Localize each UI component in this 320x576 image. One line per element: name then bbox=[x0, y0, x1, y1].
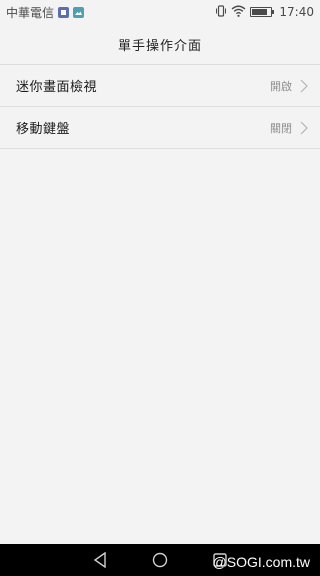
back-icon[interactable] bbox=[88, 548, 112, 572]
chevron-right-icon bbox=[300, 121, 308, 135]
notification-image-icon bbox=[73, 6, 85, 18]
header: 單手操作介面 bbox=[0, 24, 320, 65]
status-bar-right: 17:40 bbox=[215, 4, 314, 20]
status-bar-left: 中華電信 bbox=[6, 4, 85, 21]
battery-level-fill bbox=[252, 9, 267, 15]
setting-row-move-keyboard[interactable]: 移動鍵盤 關閉 bbox=[0, 107, 320, 149]
page-title: 單手操作介面 bbox=[117, 38, 202, 54]
battery-icon bbox=[250, 7, 275, 17]
setting-row-mini-screen-view[interactable]: 迷你畫面檢視 開啟 bbox=[0, 65, 320, 107]
watermark: @SOGI.com.tw bbox=[212, 554, 310, 570]
home-icon[interactable] bbox=[148, 548, 172, 572]
status-time: 17:40 bbox=[279, 5, 314, 19]
status-bar: 中華電信 17:40 bbox=[0, 0, 320, 24]
setting-value: 開啟 bbox=[270, 79, 292, 93]
vibrate-icon bbox=[215, 4, 227, 20]
setting-right: 關閉 bbox=[270, 120, 308, 136]
chevron-right-icon bbox=[300, 79, 308, 93]
setting-label: 迷你畫面檢視 bbox=[16, 80, 98, 95]
setting-label: 移動鍵盤 bbox=[16, 122, 71, 137]
notification-app-icon bbox=[58, 6, 70, 18]
wifi-icon bbox=[231, 5, 246, 20]
setting-right: 開啟 bbox=[270, 78, 308, 94]
setting-value: 關閉 bbox=[270, 121, 292, 135]
carrier-name: 中華電信 bbox=[6, 5, 55, 20]
settings-list: 迷你畫面檢視 開啟 移動鍵盤 關閉 bbox=[0, 65, 320, 149]
